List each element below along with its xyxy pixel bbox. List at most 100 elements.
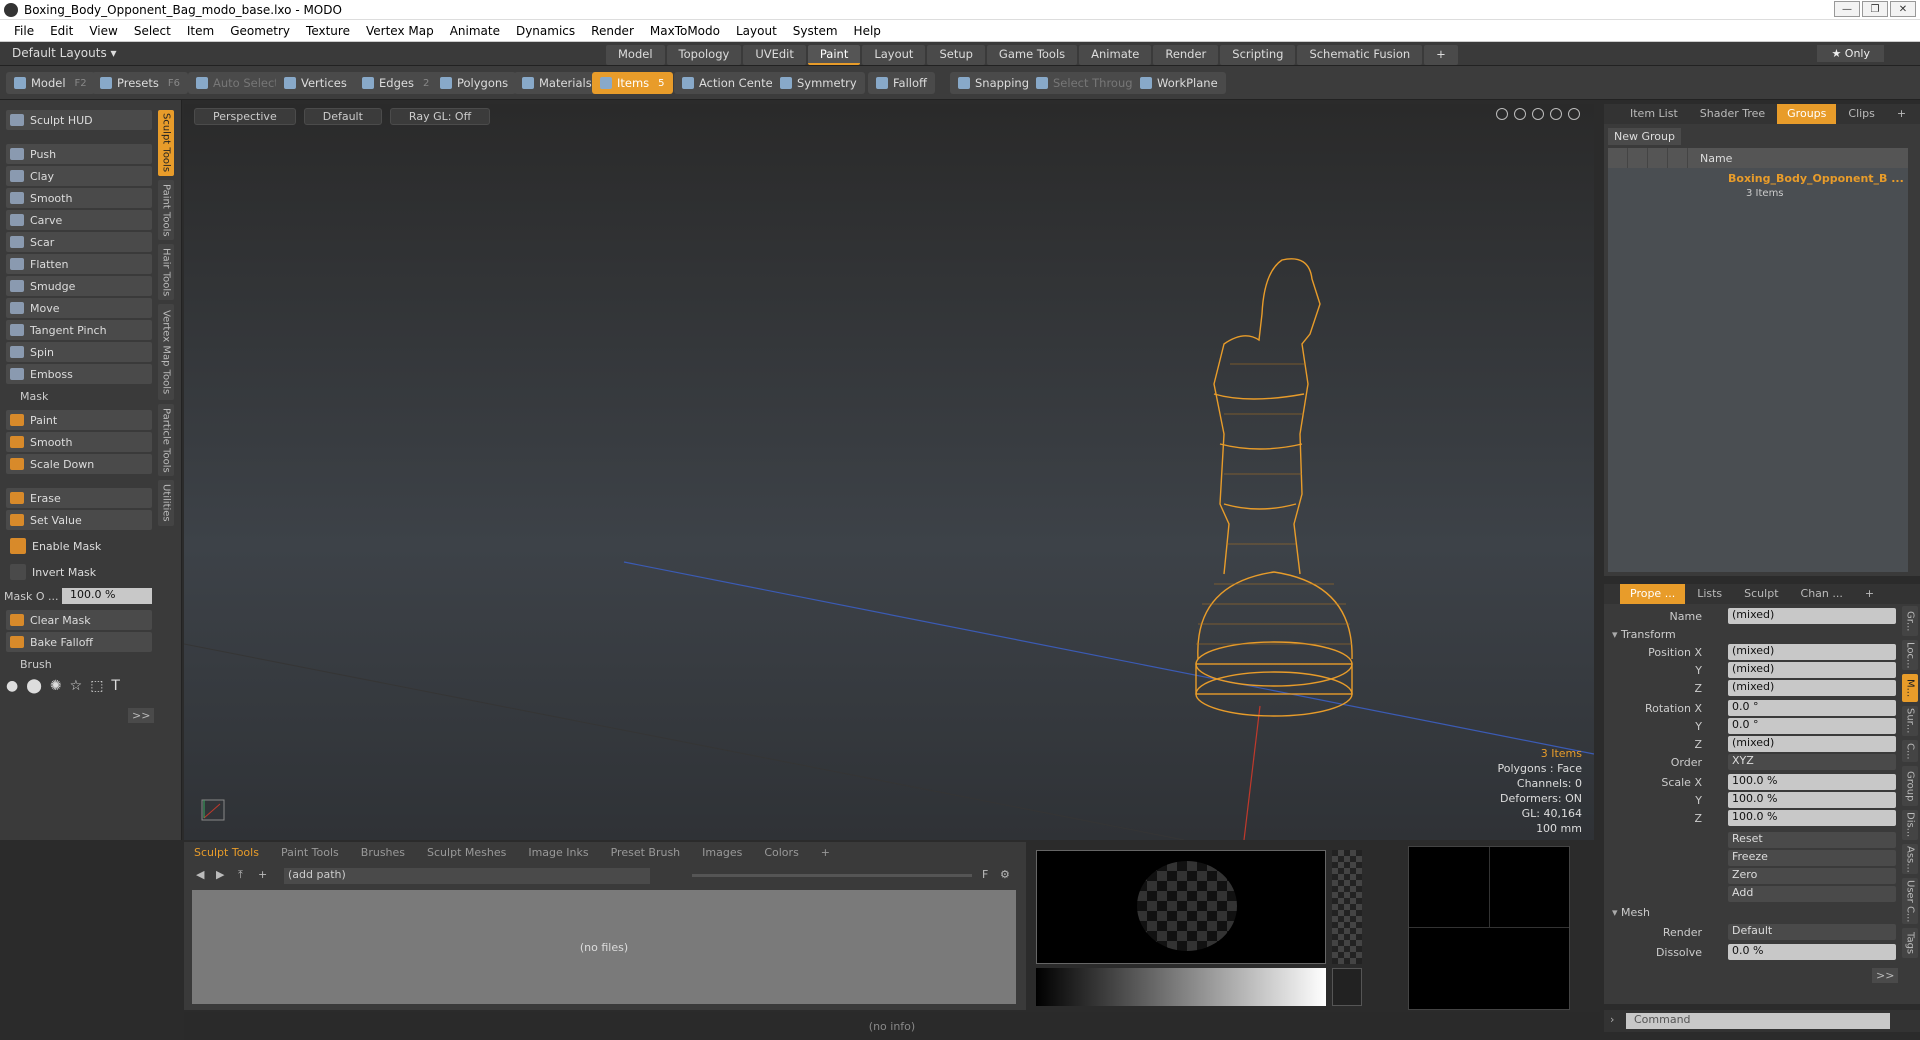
- tool-carve[interactable]: Carve: [6, 210, 152, 230]
- command-input[interactable]: Command: [1626, 1013, 1890, 1029]
- add-panel-tab-button[interactable]: +: [1887, 104, 1916, 124]
- select-through-button[interactable]: Select Through: [1028, 72, 1148, 94]
- side-tab-sur[interactable]: Sur...: [1902, 706, 1918, 736]
- splat-brush-icon[interactable]: ✺: [50, 678, 62, 694]
- erase-button[interactable]: Erase: [6, 488, 152, 508]
- opacity-strip[interactable]: [1332, 850, 1362, 964]
- new-group-button[interactable]: New Group: [1608, 128, 1681, 145]
- scale-z-field[interactable]: 100.0 %: [1728, 810, 1896, 826]
- tool-spin[interactable]: Spin: [6, 342, 152, 362]
- tab-model[interactable]: Model: [606, 45, 665, 65]
- back-arrow-icon[interactable]: ◀: [196, 868, 204, 881]
- menu-view[interactable]: View: [81, 24, 125, 38]
- scale-x-field[interactable]: 100.0 %: [1728, 774, 1896, 790]
- side-tab-loc[interactable]: Loc...: [1902, 640, 1918, 670]
- lock-icon[interactable]: [1648, 148, 1668, 168]
- sculpt-hud-button[interactable]: Sculpt HUD: [6, 110, 152, 130]
- freeze-dropdown[interactable]: Freeze: [1728, 850, 1896, 866]
- group-row[interactable]: Boxing_Body_Opponent_B ... 3 Items: [1608, 170, 1908, 204]
- mask-smooth-button[interactable]: Smooth: [6, 432, 152, 452]
- reset-dropdown[interactable]: Reset: [1728, 832, 1896, 848]
- default-layouts-dropdown[interactable]: Default Layouts ▾: [12, 46, 117, 60]
- side-tab-c[interactable]: C...: [1902, 740, 1918, 762]
- value-gradient-bar[interactable]: [1036, 968, 1326, 1006]
- tab-uvedit[interactable]: UVEdit: [743, 45, 806, 65]
- tool-push[interactable]: Push: [6, 144, 152, 164]
- btab-sculpt-tools[interactable]: Sculpt Tools: [184, 844, 269, 861]
- bake-falloff-button[interactable]: Bake Falloff: [6, 632, 152, 652]
- snapping-button[interactable]: Snapping: [950, 72, 1038, 94]
- position-z-field[interactable]: (mixed): [1728, 680, 1896, 696]
- tab-lists[interactable]: Lists: [1687, 584, 1732, 604]
- btab-brushes[interactable]: Brushes: [351, 844, 415, 861]
- menu-help[interactable]: Help: [846, 24, 889, 38]
- position-x-field[interactable]: (mixed): [1728, 644, 1896, 660]
- materials-button[interactable]: Materials: [514, 72, 600, 94]
- btab-colors[interactable]: Colors: [754, 844, 808, 861]
- forward-arrow-icon[interactable]: ▶: [216, 868, 224, 881]
- render-dropdown[interactable]: Default: [1728, 924, 1896, 940]
- menu-vertex-map[interactable]: Vertex Map: [358, 24, 442, 38]
- scale-y-field[interactable]: 100.0 %: [1728, 792, 1896, 808]
- add-layout-tab-button[interactable]: +: [1424, 45, 1458, 65]
- invert-mask-checkbox[interactable]: Invert Mask: [6, 562, 152, 582]
- rotation-x-field[interactable]: 0.0 °: [1728, 700, 1896, 716]
- zero-dropdown[interactable]: Zero: [1728, 868, 1896, 884]
- menu-edit[interactable]: Edit: [42, 24, 81, 38]
- tool-clay[interactable]: Clay: [6, 166, 152, 186]
- thumbnail-size-slider[interactable]: [692, 874, 972, 877]
- rotation-z-field[interactable]: (mixed): [1728, 736, 1896, 752]
- up-directory-icon[interactable]: ⤒: [238, 868, 243, 882]
- position-y-field[interactable]: (mixed): [1728, 662, 1896, 678]
- tab-item-list[interactable]: Item List: [1620, 104, 1688, 124]
- menu-item[interactable]: Item: [179, 24, 222, 38]
- action-center-button[interactable]: Action Center: [674, 72, 786, 94]
- symmetry-button[interactable]: Symmetry: [772, 72, 865, 94]
- auto-select-button[interactable]: Auto Select: [188, 72, 287, 94]
- side-tab-user-c[interactable]: User C...: [1902, 878, 1918, 924]
- vtab-particle-tools[interactable]: Particle Tools: [158, 404, 174, 476]
- tab-groups[interactable]: Groups: [1777, 104, 1837, 124]
- btab-preset-brush[interactable]: Preset Brush: [601, 844, 691, 861]
- side-tab-tags[interactable]: Tags: [1902, 928, 1918, 958]
- menu-select[interactable]: Select: [126, 24, 179, 38]
- btab-image-inks[interactable]: Image Inks: [518, 844, 598, 861]
- items-button[interactable]: Items 5: [592, 72, 673, 94]
- side-tab-group[interactable]: Group: [1902, 766, 1918, 806]
- tab-layout[interactable]: Layout: [862, 45, 926, 65]
- btab-paint-tools[interactable]: Paint Tools: [271, 844, 349, 861]
- tab-setup[interactable]: Setup: [927, 45, 985, 65]
- tab-sculpt[interactable]: Sculpt: [1734, 584, 1788, 604]
- tab-properties[interactable]: Prope ...: [1620, 584, 1686, 604]
- enable-mask-checkbox[interactable]: Enable Mask: [6, 536, 152, 556]
- side-tab-dis[interactable]: Dis...: [1902, 810, 1918, 840]
- tab-scripting[interactable]: Scripting: [1220, 45, 1296, 65]
- model-button[interactable]: Model F2: [6, 72, 95, 94]
- vtab-vertex-map-tools[interactable]: Vertex Map Tools: [158, 304, 174, 400]
- mask-section-header[interactable]: Mask: [6, 390, 152, 408]
- order-dropdown[interactable]: XYZ: [1728, 754, 1896, 770]
- edges-button[interactable]: Edges 2: [354, 72, 438, 94]
- tab-schematic-fusion[interactable]: Schematic Fusion: [1297, 45, 1423, 65]
- vtab-hair-tools[interactable]: Hair Tools: [158, 244, 174, 300]
- tab-game-tools[interactable]: Game Tools: [986, 45, 1078, 65]
- add-dropdown[interactable]: Add: [1728, 886, 1896, 902]
- properties-more-button[interactable]: >>: [1872, 968, 1899, 983]
- polygons-button[interactable]: Polygons: [432, 72, 517, 94]
- text-brush-icon[interactable]: T: [111, 678, 120, 694]
- tool-emboss[interactable]: Emboss: [6, 364, 152, 384]
- filter-button[interactable]: F: [982, 868, 988, 881]
- tab-channels[interactable]: Chan ...: [1791, 584, 1853, 604]
- rotation-y-field[interactable]: 0.0 °: [1728, 718, 1896, 734]
- clear-mask-button[interactable]: Clear Mask: [6, 610, 152, 630]
- falloff-button[interactable]: Falloff: [868, 72, 935, 94]
- add-path-icon[interactable]: +: [258, 868, 267, 881]
- mask-scale-down-button[interactable]: Scale Down: [6, 454, 152, 474]
- menu-animate[interactable]: Animate: [442, 24, 508, 38]
- menu-render[interactable]: Render: [583, 24, 642, 38]
- soft-brush-icon[interactable]: ●: [6, 678, 18, 694]
- workplane-button[interactable]: WorkPlane: [1132, 72, 1226, 94]
- add-properties-tab-button[interactable]: +: [1855, 584, 1884, 604]
- vtab-sculpt-tools[interactable]: Sculpt Tools: [158, 110, 174, 176]
- close-button[interactable]: ✕: [1890, 1, 1916, 17]
